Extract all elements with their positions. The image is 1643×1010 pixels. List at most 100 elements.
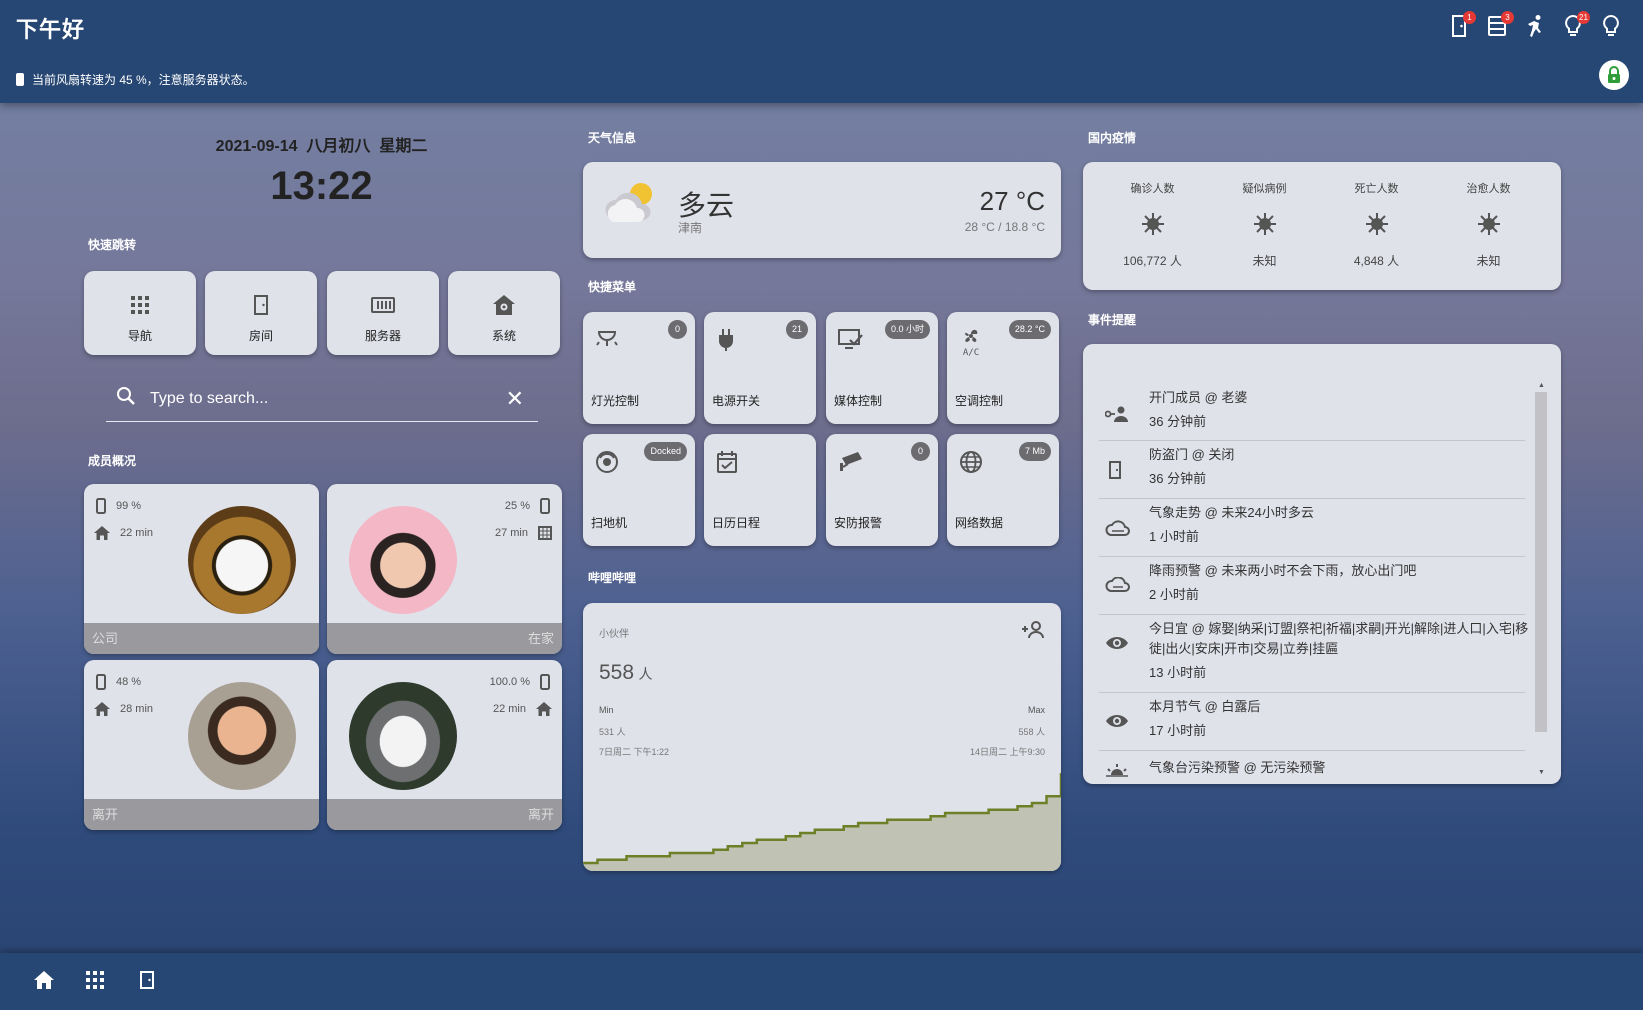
epidemic-deaths: 死亡人数 4,848 人	[1321, 180, 1432, 269]
scroll-up-icon[interactable]: ▲	[1538, 382, 1545, 389]
menu-ac-control[interactable]: A/C 28.2 °C 空调控制	[947, 312, 1059, 424]
nav-button-system[interactable]: 系统	[448, 271, 560, 355]
duration-stat: 27 min	[495, 526, 552, 540]
lightbulb-icon[interactable]	[1601, 14, 1621, 38]
duration-value: 27 min	[494, 527, 528, 539]
menu-label: 扫地机	[591, 516, 628, 530]
phone-icon	[96, 498, 106, 514]
menu-label: 网络数据	[955, 516, 1004, 530]
scroll-down-icon[interactable]: ▼	[1538, 769, 1545, 776]
member-card[interactable]: 99 % 22 min 公司	[84, 484, 319, 654]
battery-value: 25 %	[504, 500, 530, 512]
menu-network-data[interactable]: 7 Mb 网络数据	[947, 434, 1059, 546]
avatar	[188, 506, 296, 614]
quick-jump-title: 快速跳转	[88, 238, 137, 252]
epidemic-recovered: 治愈人数 未知	[1433, 180, 1544, 269]
members-title: 成员概况	[88, 454, 137, 468]
globe-icon	[960, 451, 982, 473]
menu-label: 媒体控制	[834, 394, 883, 408]
top-app-bar: 下午好 当前风扇转速为 45 %，注意服务器状态。 1 3 21	[0, 0, 1643, 103]
event-time: 36 分钟前	[1149, 471, 1207, 486]
scroll-thumb[interactable]	[1535, 392, 1547, 732]
grid-icon	[130, 293, 150, 317]
run-icon[interactable]	[1525, 14, 1545, 38]
event-item[interactable]: 防盗门 @ 关闭 36 分钟前	[1099, 441, 1525, 499]
epidemic-confirmed: 确诊人数 106,772 人	[1097, 180, 1208, 269]
epidemic-value: 106,772 人	[1123, 254, 1182, 268]
phone-icon	[540, 674, 550, 690]
home-icon[interactable]	[34, 971, 54, 989]
member-card[interactable]: 100.0 % 22 min 离开	[327, 660, 562, 830]
menu-robot-vacuum[interactable]: Docked 扫地机	[583, 434, 695, 546]
door-icon[interactable]: 1	[1449, 11, 1476, 38]
lightbulb-alert-icon[interactable]: 21	[1563, 11, 1590, 38]
event-title: 气象走势 @ 未来24小时多云	[1149, 505, 1314, 520]
max-label: Max	[1027, 705, 1045, 715]
alert-badge: 21	[1577, 11, 1590, 24]
member-card[interactable]: 25 % 27 min 在家	[327, 484, 562, 654]
epidemic-label: 疑似病例	[1242, 183, 1287, 195]
event-item[interactable]: 气象走势 @ 未来24小时多云 1 小时前	[1099, 499, 1525, 557]
event-item[interactable]: 本月节气 @ 白露后 17 小时前	[1099, 693, 1525, 751]
event-title: 本月节气 @ 白露后	[1149, 699, 1261, 714]
duration-badge: 0.0 小时	[884, 320, 930, 339]
duration-stat: 22 min	[493, 702, 552, 716]
menu-power-switch[interactable]: 21 电源开关	[704, 312, 816, 424]
menu-calendar[interactable]: 日历日程	[704, 434, 816, 546]
follower-chart	[583, 773, 1061, 871]
lunar-date: 八月初八	[306, 138, 371, 155]
events-card[interactable]: 开门成员 @ 老婆 36 分钟前 防盗门 @ 关闭 36 分钟前 气象走势 @ …	[1083, 344, 1561, 784]
epidemic-value: 4,848 人	[1353, 254, 1400, 268]
cloud-rain-icon	[1105, 577, 1130, 592]
nav-label: 服务器	[364, 329, 401, 343]
event-item[interactable]: 气象台污染预警 @ 无污染预警	[1099, 751, 1525, 784]
virus-icon	[1253, 212, 1277, 236]
event-title: 防盗门 @ 关闭	[1149, 447, 1235, 462]
lock-icon[interactable]	[1599, 60, 1629, 90]
event-item[interactable]: 开门成员 @ 老婆 36 分钟前	[1099, 384, 1525, 441]
battery-value: 48 %	[116, 676, 142, 688]
avatar	[188, 682, 296, 790]
grid-icon[interactable]	[86, 971, 104, 989]
account-plus-icon	[1022, 621, 1044, 639]
virus-icon	[1365, 212, 1389, 236]
event-title: 气象台污染预警 @ 无污染预警	[1149, 760, 1326, 775]
menu-security-alarm[interactable]: 0 安防报警	[826, 434, 938, 546]
close-icon[interactable]: ✕	[506, 386, 524, 412]
search-input[interactable]: Type to search...	[150, 390, 506, 408]
header-actions: 1 3 21	[1449, 11, 1621, 38]
greeting-title: 下午好	[16, 17, 86, 42]
member-card[interactable]: 48 % 28 min 离开	[84, 660, 319, 830]
status-notice: 当前风扇转速为 45 %，注意服务器状态。	[16, 71, 255, 88]
weather-card[interactable]: 多云 津南 27 °C 28 °C / 18.8 °C	[583, 162, 1061, 258]
nav-button-navigation[interactable]: 导航	[84, 271, 196, 355]
server-icon[interactable]: 3	[1487, 11, 1514, 38]
epidemic-title: 国内疫情	[1088, 131, 1137, 145]
bilibili-card[interactable]: 小伙伴 558 人 Min 531 人 7日周二 下午1:22 Max 558 …	[583, 603, 1061, 871]
event-title: 降雨预警 @ 未来两小时不会下雨，放心出门吧	[1149, 563, 1417, 578]
events-scrollbar[interactable]: ▲ ▼	[1535, 382, 1547, 776]
menu-light-control[interactable]: 0 灯光控制	[583, 312, 695, 424]
epidemic-card[interactable]: 确诊人数 106,772 人 疑似病例 未知 死亡人数 4,848 人 治愈人数…	[1083, 162, 1561, 290]
count-badge: 0	[668, 320, 687, 339]
event-item[interactable]: 今日宜 @ 嫁娶|纳采|订盟|祭祀|祈福|求嗣|开光|解除|进人口|入宅|移徙|…	[1099, 615, 1528, 693]
virus-icon	[1141, 212, 1165, 236]
eye-icon	[1106, 637, 1128, 649]
epidemic-label: 死亡人数	[1354, 183, 1399, 195]
search-bar[interactable]: Type to search... ✕	[106, 376, 538, 422]
nav-label: 房间	[248, 329, 273, 343]
door-icon	[1109, 461, 1121, 479]
notice-text: 当前风扇转速为 45 %，注意服务器状态。	[32, 73, 255, 87]
nav-button-server[interactable]: 服务器	[327, 271, 439, 355]
nav-button-rooms[interactable]: 房间	[205, 271, 317, 355]
battery-stat: 25 %	[505, 498, 550, 514]
weekday: 星期二	[379, 138, 428, 155]
door-icon[interactable]	[140, 971, 154, 989]
min-value: 531 人	[599, 727, 626, 737]
max-time: 14日周二 上午9:30	[969, 747, 1045, 757]
stat-label: 小伙伴	[599, 629, 629, 640]
temperature-badge: 28.2 °C	[1008, 320, 1051, 339]
battery-value: 100.0 %	[489, 676, 530, 688]
menu-media-control[interactable]: 0.0 小时 媒体控制	[826, 312, 938, 424]
event-item[interactable]: 降雨预警 @ 未来两小时不会下雨，放心出门吧 2 小时前	[1099, 557, 1525, 615]
